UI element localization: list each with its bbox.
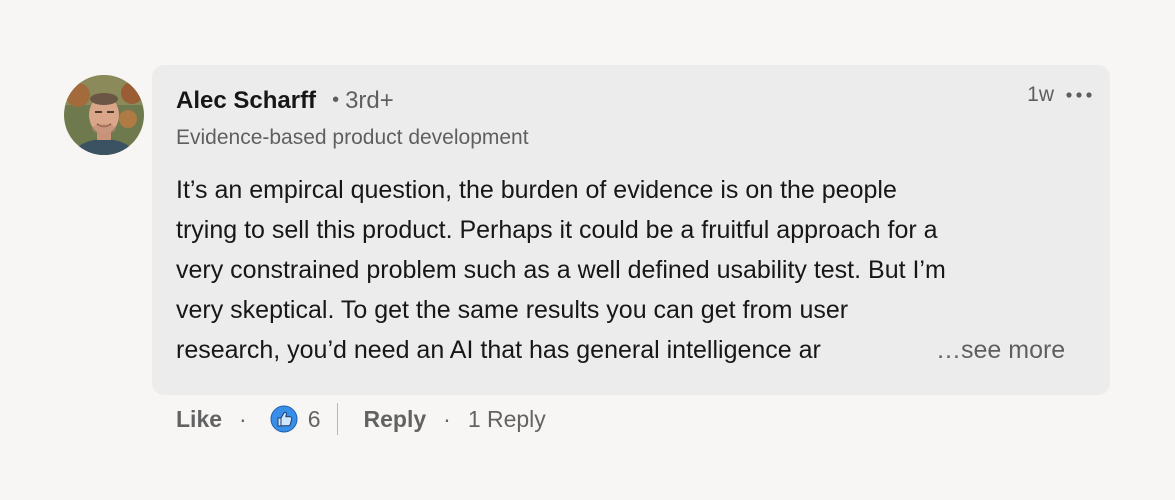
separator-dot: · xyxy=(443,405,451,432)
comment-last-line: research, you’d need an AI that has gene… xyxy=(176,330,1086,370)
ellipsis-icon xyxy=(1066,92,1092,98)
author-avatar[interactable] xyxy=(64,75,144,155)
comment-line: research, you’d need an AI that has gene… xyxy=(176,336,821,364)
degree-separator: • xyxy=(332,89,340,111)
comment-line: very skeptical. To get the same results … xyxy=(176,296,849,324)
comment-body: It’s an empircal question, the burden of… xyxy=(176,170,1086,370)
author-line: Alec Scharff • 3rd+ xyxy=(176,87,394,115)
like-button[interactable]: Like xyxy=(176,406,222,433)
action-divider xyxy=(336,403,338,435)
comment-meta: 1w xyxy=(1027,83,1094,107)
author-headline: Evidence-based product development xyxy=(176,126,529,149)
reaction-count[interactable]: 6 xyxy=(308,406,321,433)
connection-degree: 3rd+ xyxy=(345,87,394,114)
comment-line: very constrained problem such as a well … xyxy=(176,256,946,284)
reply-count-link[interactable]: 1 Reply xyxy=(468,406,546,433)
like-thumb-icon[interactable] xyxy=(270,405,298,433)
separator-dot: · xyxy=(239,405,247,432)
author-name[interactable]: Alec Scharff xyxy=(176,87,316,115)
comment-line: It’s an empircal question, the burden of… xyxy=(176,176,897,204)
comment-line: trying to sell this product. Perhaps it … xyxy=(176,216,938,244)
author-photo xyxy=(64,75,144,155)
comment-bubble: Alec Scharff • 3rd+ Evidence-based produ… xyxy=(152,65,1110,395)
see-more-button[interactable]: …see more xyxy=(936,330,1065,370)
more-options-button[interactable] xyxy=(1064,83,1094,107)
timestamp: 1w xyxy=(1027,83,1054,106)
reply-button[interactable]: Reply xyxy=(364,406,427,433)
comment-actions: Like · 6 Reply · 1 Reply xyxy=(176,402,546,436)
